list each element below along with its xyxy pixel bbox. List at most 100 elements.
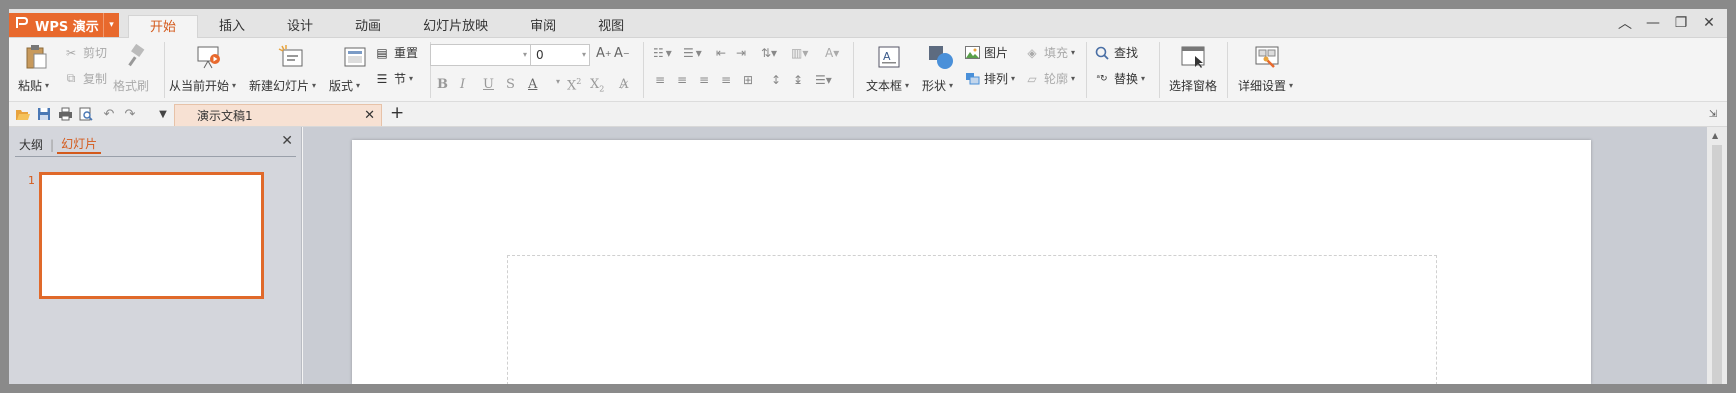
outline-button[interactable]: ▱ 轮廓 ▾ [1024, 70, 1075, 87]
distribute-icon[interactable]: ⊞ [743, 73, 753, 87]
slide-canvas[interactable] [352, 140, 1591, 384]
font-size-combo[interactable]: 0 ▾ [530, 44, 590, 66]
new-slide-icon[interactable] [277, 43, 305, 71]
picture-button[interactable]: 图片 [964, 44, 1008, 61]
scrollbar-thumb[interactable] [1712, 145, 1722, 384]
align-center-icon[interactable]: ≡ [677, 73, 687, 87]
decrease-indent-icon[interactable]: ⇤ [716, 46, 726, 60]
replace-button[interactable]: ᵃ↻ 替换 ▾ [1094, 70, 1145, 87]
layout-button[interactable]: 版式 ▾ [329, 77, 360, 94]
find-button[interactable]: 查找 [1094, 44, 1138, 61]
tab-outline[interactable]: 大纲 [15, 136, 47, 153]
chevron-down-icon: ▾ [312, 81, 317, 90]
text-box-label: 文本框 [866, 79, 903, 93]
close-icon[interactable]: ✕ [281, 133, 293, 149]
font-name-combo[interactable]: ▾ [430, 44, 531, 66]
tab-animation[interactable]: 动画 [334, 15, 402, 38]
selection-pane-icon[interactable] [1179, 43, 1207, 71]
chevron-down-icon: ▾ [1071, 48, 1076, 57]
paragraph-settings-icon[interactable]: ☰▾ [815, 73, 832, 87]
open-folder-icon[interactable] [14, 106, 30, 122]
align-left-icon[interactable]: ≡ [655, 73, 665, 87]
outline-label: 轮廓 [1044, 72, 1069, 86]
underline-icon[interactable]: U [483, 77, 494, 92]
columns-icon[interactable]: ▥▾ [791, 46, 808, 60]
panel-options-icon[interactable]: ⇲ [1705, 106, 1721, 122]
reset-icon: ▤ [376, 45, 388, 60]
font-color-icon[interactable]: A [528, 77, 537, 92]
superscript-icon[interactable]: X2 [567, 77, 581, 93]
collapse-ribbon-icon[interactable]: ︿ [1611, 13, 1639, 33]
minimize-icon[interactable]: — [1639, 13, 1667, 33]
tab-view[interactable]: 视图 [577, 15, 645, 38]
text-direction-icon[interactable]: ⇅▾ [761, 46, 777, 60]
svg-text:A: A [883, 50, 891, 63]
close-tab-icon[interactable]: ✕ [364, 108, 375, 123]
cut-button[interactable]: ✂ 剪切 [63, 44, 107, 61]
increase-indent-icon[interactable]: ⇥ [736, 46, 746, 60]
vertical-scrollbar[interactable]: ▲ [1707, 127, 1727, 384]
grow-font-icon[interactable]: A + [596, 46, 612, 61]
tab-insert[interactable]: 插入 [198, 15, 266, 38]
restore-icon[interactable]: ❐ [1667, 13, 1695, 33]
tab-slides[interactable]: 幻灯片 [57, 135, 102, 154]
align-right-icon[interactable]: ≡ [699, 73, 709, 87]
scroll-up-icon[interactable]: ▲ [1712, 131, 1718, 140]
layout-label: 版式 [329, 79, 354, 93]
new-tab-icon[interactable]: + [390, 103, 404, 123]
content-placeholder[interactable] [507, 255, 1437, 384]
text-box-icon[interactable]: A [876, 43, 902, 71]
section-button[interactable]: ☰ 节 ▾ [374, 70, 413, 87]
print-icon[interactable] [57, 106, 73, 122]
save-icon[interactable] [36, 106, 52, 122]
numbering-icon[interactable]: ☰▾ [683, 46, 704, 60]
text-box-button[interactable]: 文本框 ▾ [866, 77, 909, 94]
layout-icon[interactable] [342, 43, 368, 71]
shape-icon[interactable] [927, 43, 955, 71]
reset-button[interactable]: ▤ 重置 [374, 44, 418, 61]
play-from-current-button[interactable]: 从当前开始 ▾ [169, 77, 236, 94]
paste-button[interactable]: 粘贴 ▾ [18, 77, 49, 94]
app-logo-text: WPS 演示 [35, 19, 99, 35]
tab-slideshow[interactable]: 幻灯片放映 [402, 15, 509, 38]
detail-settings-button[interactable]: 详细设置 ▾ [1238, 77, 1293, 94]
detail-settings-icon[interactable] [1253, 43, 1281, 71]
shape-button[interactable]: 形状 ▾ [922, 77, 953, 94]
text-shadow-icon[interactable]: S [506, 77, 515, 92]
replace-label: 替换 [1114, 72, 1139, 86]
ribbon-divider [1159, 42, 1160, 98]
customize-toolbar-icon[interactable]: ▼ [155, 106, 171, 122]
italic-icon[interactable]: I [460, 77, 465, 92]
format-painter-icon[interactable] [124, 43, 148, 69]
line-spacing-icon[interactable]: ↕ [771, 73, 781, 87]
chevron-down-icon[interactable]: ▾ [556, 77, 560, 86]
fill-button[interactable]: ◈ 填充 ▾ [1024, 44, 1075, 61]
bullets-icon[interactable]: ☷▾ [653, 46, 674, 60]
bold-icon[interactable]: B [437, 77, 448, 92]
redo-icon[interactable]: ↷ [122, 106, 138, 122]
copy-button[interactable]: ⧉ 复制 [63, 70, 107, 87]
justify-icon[interactable]: ≡ [721, 73, 731, 87]
tab-review[interactable]: 审阅 [509, 15, 577, 38]
new-slide-button[interactable]: 新建幻灯片 ▾ [249, 77, 316, 94]
tab-home[interactable]: 开始 [128, 15, 199, 39]
play-from-current-icon[interactable] [195, 43, 223, 71]
undo-icon[interactable]: ↶ [101, 106, 117, 122]
subscript-icon[interactable]: X2 [590, 77, 604, 94]
text-align-vertical-icon[interactable]: A▾ [825, 46, 839, 60]
format-painter-button[interactable]: 格式刷 [113, 77, 149, 94]
tab-design[interactable]: 设计 [266, 15, 334, 38]
document-tab[interactable]: 演示文稿1 ✕ [174, 104, 382, 126]
slide-thumbnail[interactable] [39, 172, 264, 299]
chevron-down-icon[interactable]: ▾ [103, 13, 119, 37]
wps-menu-button[interactable]: WPS 演示 ▾ [9, 13, 119, 37]
paste-icon[interactable] [23, 43, 49, 71]
shrink-font-icon[interactable]: A − [614, 46, 630, 61]
clear-format-icon[interactable]: A̷ [619, 77, 628, 92]
arrange-button[interactable]: 排列 ▾ [964, 70, 1015, 87]
paragraph-spacing-icon[interactable]: ↨ [793, 73, 803, 87]
close-icon[interactable]: ✕ [1695, 13, 1723, 33]
ribbon-divider [643, 42, 644, 98]
selection-pane-button[interactable]: 选择窗格 [1169, 77, 1217, 94]
print-preview-icon[interactable] [78, 106, 94, 122]
